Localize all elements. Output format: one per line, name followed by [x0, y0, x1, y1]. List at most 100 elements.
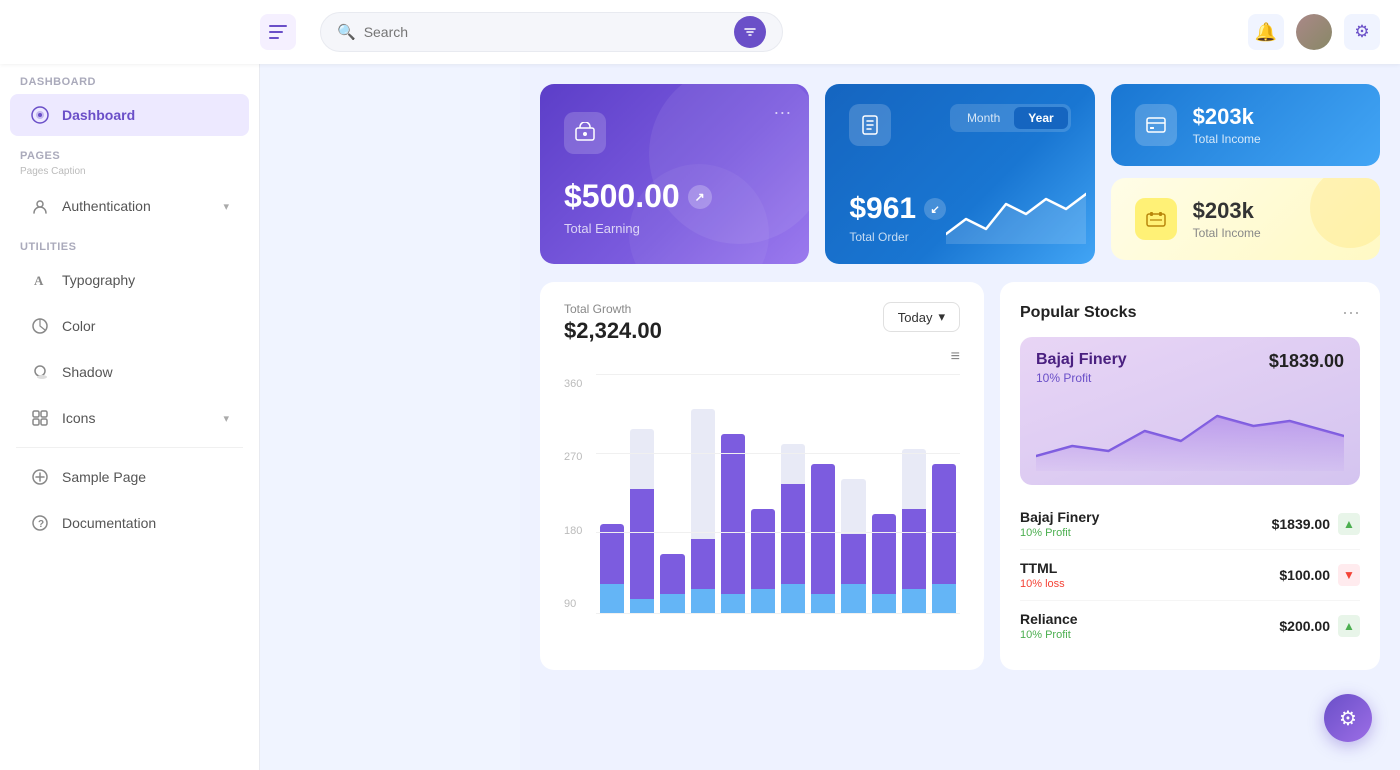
- earning-card: ··· $500.00 ↗ Total Earning: [540, 84, 809, 264]
- main-content: ··· $500.00 ↗ Total Earning Month Year: [520, 64, 1400, 770]
- featured-stock-price: $1839.00: [1269, 351, 1344, 372]
- svg-text:A: A: [34, 273, 44, 288]
- stock-bajaj-badge: ▲: [1338, 513, 1360, 535]
- order-amount: $961 ↙: [849, 192, 946, 226]
- chart-header: Total Growth $2,324.00 Today ▾: [564, 302, 960, 344]
- bottom-row: Total Growth $2,324.00 Today ▾ ≡ 360 270…: [540, 282, 1380, 670]
- income-bottom-deco: [1310, 178, 1380, 248]
- stock-reliance-sub: 10% Profit: [1020, 629, 1078, 641]
- y-label-270: 270: [564, 451, 586, 463]
- authentication-label: Authentication: [62, 198, 211, 214]
- y-label-360: 360: [564, 378, 586, 390]
- settings-button[interactable]: ⚙: [1344, 14, 1380, 50]
- stock-bajaj-sub: 10% Profit: [1020, 527, 1099, 539]
- stock-reliance-right: $200.00 ▲: [1279, 615, 1360, 637]
- sidebar-divider: [16, 447, 243, 448]
- income-top-icon: [1135, 104, 1177, 146]
- earning-card-menu-icon[interactable]: ···: [773, 102, 791, 123]
- earning-label: Total Earning: [564, 221, 785, 236]
- dashboard-section-label: Dashboard: [0, 64, 259, 92]
- sidebar-item-icons[interactable]: Icons ▾: [10, 397, 249, 439]
- cards-row: ··· $500.00 ↗ Total Earning Month Year: [540, 84, 1380, 264]
- earning-trend-icon: ↗: [688, 185, 712, 209]
- stock-ttml-sub: 10% loss: [1020, 578, 1065, 590]
- featured-stock: Bajaj Finery 10% Profit $1839.00: [1020, 337, 1360, 485]
- shadow-label: Shadow: [62, 364, 229, 380]
- sidebar-item-documentation[interactable]: ? Documentation: [10, 502, 249, 544]
- stock-ttml-badge: ▼: [1338, 564, 1360, 586]
- dashboard-icon: [30, 105, 50, 125]
- sidebar: BERRY Dashboard Dashboard Pages Pages Ca…: [0, 0, 260, 770]
- authentication-chevron-icon: ▾: [223, 200, 229, 213]
- notification-bell-button[interactable]: 🔔: [1248, 14, 1284, 50]
- search-bar: 🔍: [320, 12, 783, 52]
- tab-month[interactable]: Month: [953, 107, 1014, 129]
- order-card-bottom: $961 ↙ Total Order: [849, 156, 1070, 244]
- dashboard-label: Dashboard: [62, 107, 229, 123]
- fab-button[interactable]: ⚙: [1324, 694, 1372, 742]
- sample-page-label: Sample Page: [62, 469, 229, 485]
- tab-year[interactable]: Year: [1014, 107, 1067, 129]
- hamburger-button[interactable]: [260, 14, 296, 50]
- sidebar-item-sample-page[interactable]: Sample Page: [10, 456, 249, 498]
- stock-item-bajaj: Bajaj Finery 10% Profit $1839.00 ▲: [1020, 499, 1360, 550]
- pages-caption: Pages Caption: [0, 166, 259, 183]
- income-top-label: Total Income: [1193, 132, 1261, 146]
- stock-reliance-name: Reliance: [1020, 611, 1078, 627]
- y-label-180: 180: [564, 525, 586, 537]
- earning-amount: $500.00 ↗: [564, 178, 785, 215]
- income-bottom-amount: $203k: [1193, 198, 1261, 224]
- authentication-icon: [30, 196, 50, 216]
- stock-bajaj-name: Bajaj Finery: [1020, 509, 1099, 525]
- shadow-icon: [30, 362, 50, 382]
- stock-ttml-name: TTML: [1020, 560, 1065, 576]
- sidebar-item-color[interactable]: Color: [10, 305, 249, 347]
- order-chart: [946, 184, 1086, 244]
- right-cards: $203k Total Income $203k Total Income: [1111, 84, 1380, 264]
- stocks-more-icon[interactable]: ···: [1342, 302, 1360, 323]
- icons-label: Icons: [62, 410, 211, 426]
- order-card-top: Month Year: [849, 104, 1070, 146]
- sample-page-icon: [30, 467, 50, 487]
- order-tabs: Month Year: [950, 104, 1071, 132]
- filter-button[interactable]: [734, 16, 766, 48]
- utilities-section-label: Utilities: [0, 229, 259, 257]
- stock-ttml-right: $100.00 ▼: [1279, 564, 1360, 586]
- search-input[interactable]: [364, 24, 726, 40]
- sidebar-item-dashboard[interactable]: Dashboard: [10, 94, 249, 136]
- income-bottom-card: $203k Total Income: [1111, 178, 1380, 260]
- stock-reliance-price: $200.00: [1279, 618, 1330, 634]
- typography-icon: A: [30, 270, 50, 290]
- income-bottom-label: Total Income: [1193, 226, 1261, 240]
- stocks-header: Popular Stocks ···: [1020, 302, 1360, 323]
- stock-bajaj-price: $1839.00: [1272, 516, 1330, 532]
- income-top-amount: $203k: [1193, 104, 1261, 130]
- icons-chevron-icon: ▾: [223, 412, 229, 425]
- order-card: Month Year $961 ↙ Total Order: [825, 84, 1094, 264]
- sidebar-item-shadow[interactable]: Shadow: [10, 351, 249, 393]
- order-label: Total Order: [849, 230, 946, 244]
- chart-menu-icon[interactable]: ≡: [564, 348, 960, 366]
- typography-label: Typography: [62, 272, 229, 288]
- sidebar-item-typography[interactable]: A Typography: [10, 259, 249, 301]
- pages-section-label: Pages: [0, 138, 259, 166]
- stock-list: Bajaj Finery 10% Profit $1839.00 ▲ TTML …: [1020, 499, 1360, 651]
- avatar[interactable]: [1296, 14, 1332, 50]
- income-bottom-icon: [1135, 198, 1177, 240]
- topbar: 🔍 🔔 ⚙: [0, 0, 1400, 64]
- chevron-down-icon: ▾: [938, 309, 945, 325]
- income-top-card: $203k Total Income: [1111, 84, 1380, 166]
- sidebar-item-authentication[interactable]: Authentication ▾: [10, 185, 249, 227]
- stock-bajaj-right: $1839.00 ▲: [1272, 513, 1360, 535]
- today-button[interactable]: Today ▾: [883, 302, 960, 332]
- featured-stock-profit: 10% Profit: [1036, 371, 1344, 385]
- svg-text:?: ?: [38, 519, 44, 530]
- color-label: Color: [62, 318, 229, 334]
- search-icon: 🔍: [337, 23, 356, 41]
- stocks-card: Popular Stocks ··· Bajaj Finery 10% Prof…: [1000, 282, 1380, 670]
- stock-reliance-badge: ▲: [1338, 615, 1360, 637]
- chart-card: Total Growth $2,324.00 Today ▾ ≡ 360 270…: [540, 282, 984, 670]
- stocks-title: Popular Stocks: [1020, 304, 1136, 322]
- stock-ttml-price: $100.00: [1279, 567, 1330, 583]
- earning-card-icon: [564, 112, 606, 154]
